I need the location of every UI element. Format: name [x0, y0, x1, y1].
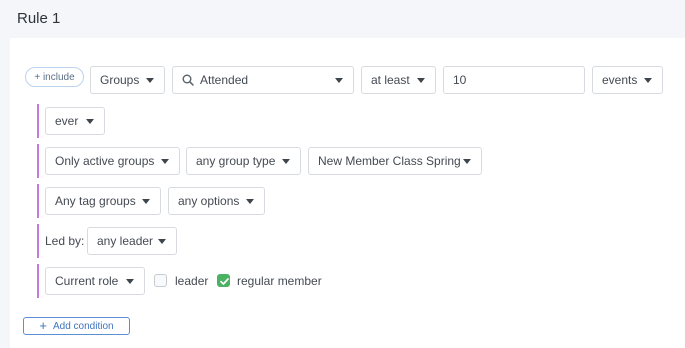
chevron-down-icon — [146, 78, 154, 83]
search-icon — [182, 74, 194, 89]
chevron-down-icon — [644, 78, 652, 83]
tag-options-value: any options — [178, 194, 240, 208]
comparator-select[interactable]: at least — [361, 66, 436, 94]
regular-member-checkbox[interactable] — [217, 274, 230, 287]
group-type-value: any group type — [196, 154, 276, 168]
leader-checkbox[interactable] — [154, 274, 167, 287]
chevron-down-icon — [161, 159, 169, 164]
chevron-down-icon — [417, 78, 425, 83]
chevron-down-icon — [463, 159, 471, 164]
unit-value: events — [602, 73, 638, 87]
timeframe-select[interactable]: ever — [45, 107, 105, 135]
rule-title: Rule 1 — [17, 10, 61, 27]
chevron-down-icon — [158, 239, 166, 244]
unit-select[interactable]: events — [592, 66, 663, 94]
criteria-type-select[interactable]: Groups — [90, 66, 165, 94]
branch-line — [37, 224, 39, 258]
tag-options-select[interactable]: any options — [168, 187, 265, 215]
role-select[interactable]: Current role — [45, 267, 145, 295]
count-input[interactable]: 10 — [443, 66, 585, 94]
tag-groups-select[interactable]: Any tag groups — [45, 187, 161, 215]
leader-checkbox-label: leader — [175, 274, 209, 288]
branch-line — [37, 144, 39, 178]
criteria-action-select[interactable]: Attended — [172, 66, 354, 94]
role-value: Current role — [55, 274, 119, 288]
chevron-down-icon — [335, 78, 343, 83]
chevron-down-icon — [246, 199, 254, 204]
chevron-down-icon — [86, 119, 94, 124]
group-status-value: Only active groups — [55, 154, 155, 168]
branch-line — [37, 264, 39, 298]
leader-value: any leader — [97, 234, 154, 248]
add-condition-label: Add condition — [52, 320, 114, 332]
check-icon — [220, 278, 229, 285]
leader-select[interactable]: any leader — [87, 227, 177, 255]
chevron-down-icon — [282, 159, 290, 164]
group-name-select[interactable]: New Member Class Spring — [308, 147, 482, 175]
criteria-action-value: Attended — [200, 73, 249, 87]
tag-groups-value: Any tag groups — [55, 194, 136, 208]
branch-line — [37, 184, 39, 218]
criteria-type-value: Groups — [100, 73, 140, 87]
group-name-value: New Member Class Spring — [318, 154, 461, 168]
add-condition-button[interactable]: + Add condition — [23, 317, 130, 335]
comparator-value: at least — [371, 73, 410, 87]
chevron-down-icon — [142, 199, 150, 204]
timeframe-value: ever — [55, 114, 79, 128]
plus-icon: + — [39, 318, 47, 333]
group-status-select[interactable]: Only active groups — [45, 147, 180, 175]
rule-header: Rule 1 — [0, 0, 685, 38]
include-toggle-button[interactable]: + include — [25, 67, 84, 87]
count-value: 10 — [453, 73, 467, 87]
chevron-down-icon — [126, 279, 134, 284]
regular-member-label: regular member — [237, 274, 322, 288]
led-by-label: Led by: — [45, 234, 85, 248]
group-type-select[interactable]: any group type — [186, 147, 301, 175]
branch-line — [37, 104, 39, 138]
